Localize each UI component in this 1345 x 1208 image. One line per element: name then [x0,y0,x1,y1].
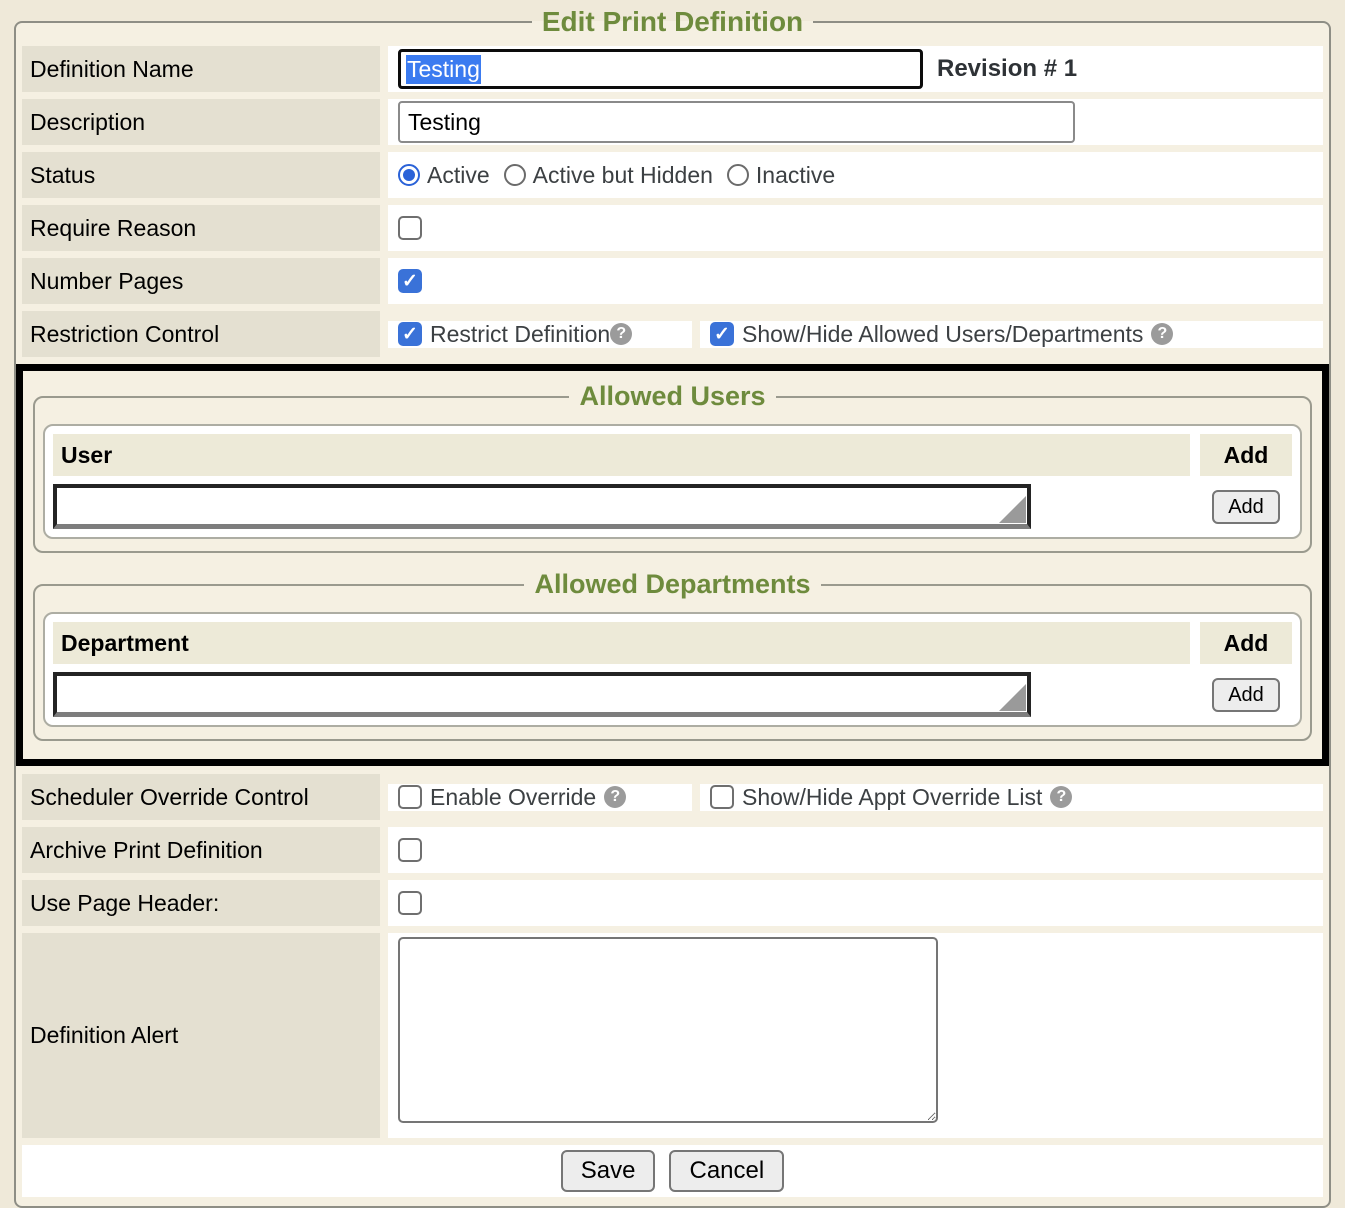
allowed-departments-title: Allowed Departments [524,569,820,600]
definition-alert-row: Definition Alert [22,933,1323,1138]
description-row: Description [22,99,1323,145]
enable-override-help-icon[interactable]: ? [604,786,626,808]
number-pages-row: Number Pages ✓ [22,258,1323,304]
archive-checkbox[interactable] [398,838,422,862]
allowed-users-title: Allowed Users [569,381,775,412]
restrict-definition-checkbox[interactable]: ✓ [398,322,422,346]
allowed-users-fieldset: Allowed Users User Add Add [33,381,1312,553]
definition-name-row: Definition Name Testing Revision # 1 [22,46,1323,92]
revision-number: Revision # 1 [937,55,1077,83]
show-hide-appt-override-label: Show/Hide Appt Override List [742,784,1042,811]
user-select[interactable] [53,484,1031,529]
restriction-control-label: Restriction Control [22,311,380,357]
status-inactive-label: Inactive [756,162,835,189]
show-hide-users-departments-help-icon[interactable]: ? [1151,323,1173,345]
allowed-departments-fieldset: Allowed Departments Department Add Add [33,569,1312,741]
archive-row: Archive Print Definition [22,827,1323,873]
definition-name-value: Testing [406,55,481,84]
archive-label: Archive Print Definition [22,827,380,873]
status-active-hidden-label: Active but Hidden [533,162,713,189]
show-hide-appt-override-checkbox[interactable] [710,785,734,809]
select-dropdown-corner-icon [999,496,1026,523]
show-hide-users-departments-checkbox[interactable]: ✓ [710,322,734,346]
definition-name-label: Definition Name [22,46,380,92]
allowed-section-container: Allowed Users User Add Add Allowed Depar… [16,364,1329,766]
department-select[interactable] [53,672,1031,717]
allowed-departments-panel: Department Add Add [43,612,1302,727]
user-column-header: User [53,434,1190,476]
status-row: Status Active Active but Hidden Inactive [22,152,1323,198]
number-pages-checkbox[interactable]: ✓ [398,269,422,293]
status-active-radio[interactable] [398,164,420,186]
status-inactive-radio[interactable] [727,164,749,186]
select-dropdown-corner-icon [999,684,1026,711]
scheduler-override-label: Scheduler Override Control [22,774,380,820]
use-page-header-label: Use Page Header: [22,880,380,926]
description-label: Description [22,99,380,145]
use-page-header-checkbox[interactable] [398,891,422,915]
department-add-button[interactable]: Add [1212,678,1280,712]
restriction-control-row: Restriction Control ✓ Restrict Definitio… [22,311,1323,357]
show-hide-appt-override-help-icon[interactable]: ? [1050,786,1072,808]
status-active-label: Active [427,162,490,189]
scheduler-override-row: Scheduler Override Control Enable Overri… [22,774,1323,820]
description-input[interactable] [398,101,1075,143]
user-add-column-header: Add [1200,434,1292,476]
department-add-column-header: Add [1200,622,1292,664]
require-reason-row: Require Reason [22,205,1323,251]
enable-override-label: Enable Override [430,784,596,811]
definition-alert-textarea[interactable] [398,937,938,1123]
save-button[interactable]: Save [561,1150,656,1193]
allowed-users-panel: User Add Add [43,424,1302,539]
restrict-definition-help-icon[interactable]: ? [610,323,632,345]
enable-override-checkbox[interactable] [398,785,422,809]
use-page-header-row: Use Page Header: [22,880,1323,926]
department-column-header: Department [53,622,1190,664]
show-hide-users-departments-label: Show/Hide Allowed Users/Departments [742,321,1143,348]
number-pages-label: Number Pages [22,258,380,304]
cancel-button[interactable]: Cancel [669,1150,784,1193]
status-active-hidden-radio[interactable] [504,164,526,186]
require-reason-checkbox[interactable] [398,216,422,240]
form-title: Edit Print Definition [532,6,813,38]
require-reason-label: Require Reason [22,205,380,251]
edit-print-definition-form: Edit Print Definition Definition Name Te… [14,6,1331,1208]
user-add-button[interactable]: Add [1212,490,1280,524]
definition-name-input[interactable]: Testing [398,49,923,89]
definition-alert-label: Definition Alert [22,933,380,1138]
status-label: Status [22,152,380,198]
restrict-definition-label: Restrict Definition [430,321,610,348]
form-actions-row: Save Cancel [22,1145,1323,1197]
